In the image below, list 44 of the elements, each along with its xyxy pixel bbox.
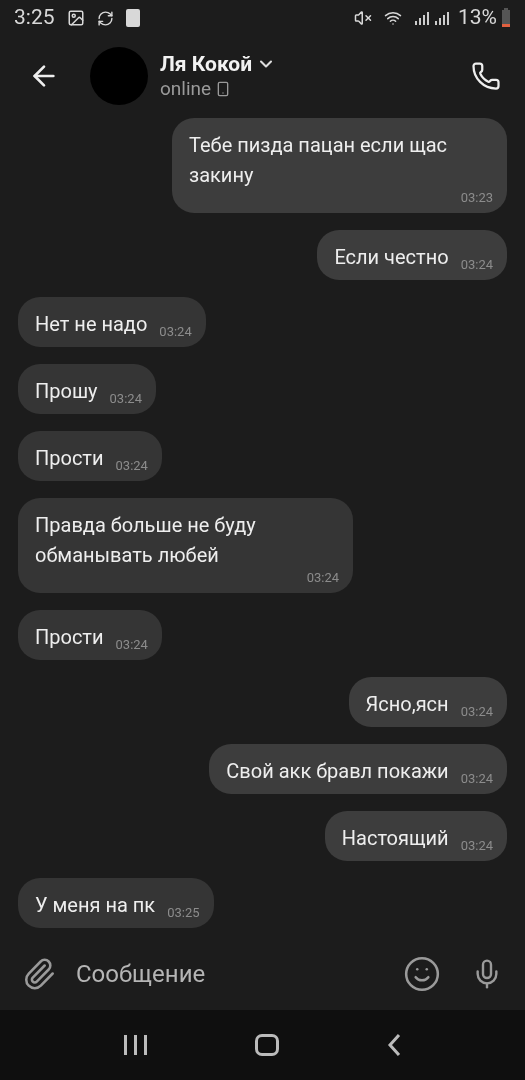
message-time: 03:24 xyxy=(115,637,148,653)
contact-name[interactable]: Ля Кокой xyxy=(160,51,253,77)
message-time: 03:23 xyxy=(460,190,493,206)
home-button[interactable] xyxy=(255,1034,279,1056)
message-text: Настоящий xyxy=(341,825,449,852)
status-time: 3:25 xyxy=(14,4,55,32)
back-nav-button[interactable] xyxy=(387,1033,401,1057)
message-time: 03:25 xyxy=(167,905,200,921)
message-field[interactable]: Сообщение xyxy=(76,956,403,992)
message-time: 03:24 xyxy=(460,771,493,787)
recent-apps-button[interactable] xyxy=(124,1035,147,1055)
message-time: 03:24 xyxy=(460,838,493,854)
message-time: 03:24 xyxy=(115,458,148,474)
image-icon xyxy=(66,9,85,27)
message-text: У меня на пк xyxy=(35,892,156,919)
signal-icon xyxy=(434,10,450,26)
message-text: Тебе пизда пацан если щас закину xyxy=(189,132,449,189)
message-text: Свой акк бравл покажи xyxy=(226,758,449,785)
message-text: Прошу xyxy=(35,378,98,405)
message-text: Если честно xyxy=(334,244,449,271)
contact-status: online xyxy=(160,77,212,101)
smiley-icon xyxy=(403,955,441,993)
battery-icon xyxy=(501,8,511,28)
message-time: 03:24 xyxy=(109,391,142,407)
message-text: Прости xyxy=(35,445,104,472)
chevron-left-icon xyxy=(387,1033,401,1057)
message-time: 03:24 xyxy=(460,704,493,720)
message-text: Ясно,ясн xyxy=(365,691,449,718)
message-time: 03:24 xyxy=(306,570,339,586)
emoji-button[interactable] xyxy=(403,955,441,993)
paperclip-icon xyxy=(22,957,56,991)
wifi-icon xyxy=(384,9,402,27)
sync-icon xyxy=(96,9,114,27)
message-text: Нет не надо xyxy=(35,311,148,338)
battery-level: 13% xyxy=(458,4,497,32)
message-time: 03:24 xyxy=(159,324,192,340)
message-text: Прости xyxy=(35,624,104,651)
signal-icon xyxy=(414,10,430,26)
message-text: Правда больше не буду обманывать любей xyxy=(35,512,257,569)
mute-icon xyxy=(354,9,372,27)
message-time: 03:24 xyxy=(460,257,493,273)
phone-icon xyxy=(471,61,501,91)
device-icon xyxy=(125,9,140,27)
attach-button[interactable] xyxy=(22,957,56,991)
